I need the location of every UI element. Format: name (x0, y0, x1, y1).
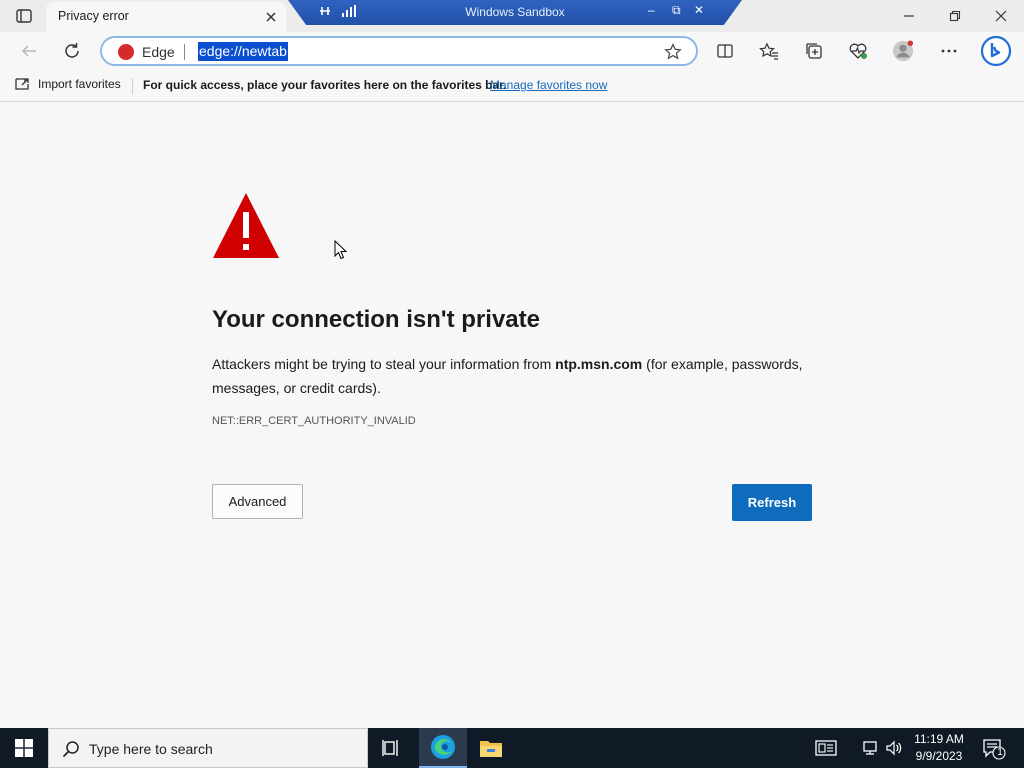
search-icon (62, 741, 79, 758)
favorites-bar: Import favorites For quick access, place… (0, 70, 1024, 102)
error-code: NET::ERR_CERT_AUTHORITY_INVALID (212, 415, 416, 427)
import-favorites-label: Import favorites (38, 77, 121, 91)
add-favorite-star-icon[interactable] (664, 43, 682, 61)
browser-tab[interactable]: Privacy error (46, 2, 286, 32)
notification-count: 1 (997, 747, 1003, 758)
address-separator (184, 44, 185, 60)
profile-avatar[interactable] (892, 40, 914, 62)
tab-title: Privacy error (58, 9, 129, 23)
network-icon[interactable] (860, 738, 882, 758)
task-view-icon (382, 740, 398, 756)
search-placeholder: Type here to search (89, 741, 213, 757)
browser-essentials-icon[interactable] (847, 40, 869, 62)
error-title: Your connection isn't private (212, 306, 540, 333)
mouse-cursor-icon (334, 240, 348, 260)
warning-triangle-icon (213, 193, 279, 258)
title-bar: Privacy error Windows Sandbox – ⧉ ✕ (0, 0, 1024, 32)
task-view-button[interactable] (368, 728, 416, 768)
back-icon[interactable] (18, 40, 40, 62)
windows-taskbar: Type here to search 11:19 AM 9/9/2023 1 (0, 728, 1024, 768)
error-description-prefix: Attackers might be trying to steal your … (212, 356, 556, 372)
manage-favorites-link[interactable]: Manage favorites now (490, 78, 607, 92)
tab-actions-icon[interactable] (8, 6, 40, 26)
error-host: ntp.msn.com (555, 356, 643, 372)
sandbox-minimize-icon[interactable]: – (648, 3, 655, 17)
file-explorer-icon (480, 741, 502, 757)
windows-logo-icon (15, 739, 33, 757)
taskbar-edge-button[interactable] (419, 728, 467, 768)
favorites-separator (132, 78, 133, 94)
collections-icon[interactable] (803, 40, 825, 62)
taskbar-clock[interactable]: 11:19 AM 9/9/2023 (908, 731, 970, 765)
import-favorites-icon (15, 78, 29, 90)
sandbox-close-icon[interactable]: ✕ (694, 3, 704, 17)
browser-toolbar: Edge edge://newtab (0, 32, 1024, 70)
clock-date: 9/9/2023 (915, 749, 963, 763)
clock-time: 11:19 AM (914, 732, 964, 746)
advanced-button[interactable]: Advanced (212, 484, 303, 519)
restore-icon[interactable] (944, 6, 966, 26)
split-screen-icon[interactable] (714, 40, 736, 62)
refresh-icon[interactable] (61, 40, 83, 62)
error-description: Attackers might be trying to steal your … (212, 352, 822, 400)
more-options-icon[interactable] (938, 40, 960, 62)
bing-chat-icon[interactable] (980, 35, 1012, 67)
volume-icon[interactable] (883, 738, 905, 758)
news-and-interests-icon[interactable] (815, 738, 837, 758)
edge-browser-icon (431, 735, 455, 759)
minimize-icon[interactable] (898, 6, 920, 26)
sandbox-connection-bar: Windows Sandbox – ⧉ ✕ (288, 0, 742, 25)
start-button[interactable] (0, 728, 48, 768)
address-url[interactable]: edge://newtab (198, 42, 288, 61)
favorites-icon[interactable] (758, 40, 780, 62)
edge-logo-icon (118, 44, 134, 60)
address-bar[interactable]: Edge edge://newtab (100, 36, 698, 66)
taskbar-file-explorer-button[interactable] (467, 728, 515, 768)
sandbox-restore-icon[interactable]: ⧉ (672, 3, 681, 18)
favorites-bar-message: For quick access, place your favorites h… (143, 78, 507, 92)
close-window-icon[interactable] (990, 6, 1012, 26)
notification-center-button[interactable]: 1 (982, 738, 1006, 760)
import-favorites-button[interactable]: Import favorites (14, 77, 121, 91)
taskbar-search-box[interactable]: Type here to search (48, 728, 368, 768)
refresh-button[interactable]: Refresh (732, 484, 812, 521)
tab-close-icon[interactable] (264, 10, 278, 24)
address-scheme-label: Edge (142, 44, 175, 60)
